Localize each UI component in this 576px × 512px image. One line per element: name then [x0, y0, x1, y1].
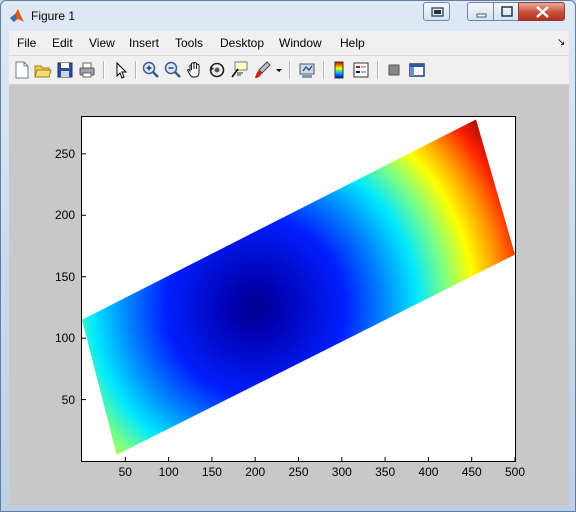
- edit-plot-arrow-icon: [116, 61, 128, 79]
- plot-axes[interactable]: [81, 116, 516, 462]
- menu-window[interactable]: Window: [279, 36, 322, 50]
- insert-colorbar-icon: [334, 61, 344, 79]
- x-tick-label: 150: [201, 465, 222, 479]
- print-icon: [79, 62, 95, 78]
- menu-bar: File Edit View Insert Tools Desktop Wind…: [9, 31, 569, 56]
- maximize-icon: [501, 6, 513, 17]
- y-tick-label: 150: [54, 269, 75, 284]
- toolbar-separator: [289, 61, 291, 79]
- hide-plot-tools-button[interactable]: [384, 60, 404, 80]
- figure-toolbar: [9, 56, 569, 85]
- pan-hand-icon: [186, 62, 200, 78]
- x-tick-label: 200: [245, 465, 266, 479]
- title-bar[interactable]: Figure 1: [1, 1, 575, 31]
- dock-icon: [431, 7, 444, 17]
- close-button[interactable]: [518, 2, 565, 21]
- link-plot-button[interactable]: [297, 60, 317, 80]
- menu-view[interactable]: View: [89, 36, 115, 50]
- x-tick-label: 350: [375, 465, 396, 479]
- new-figure-icon: [15, 61, 29, 79]
- heatmap-region: [82, 119, 515, 455]
- dock-menu-arrow-icon[interactable]: ↘: [557, 37, 565, 48]
- matlab-icon: [10, 9, 24, 22]
- show-plot-tools-icon: [409, 63, 425, 77]
- window-title: Figure 1: [31, 9, 76, 23]
- data-cursor-button[interactable]: [229, 60, 249, 80]
- data-cursor-icon: [231, 61, 248, 78]
- insert-legend-icon: [353, 62, 369, 78]
- heatmap-plot: [82, 119, 516, 461]
- menu-tools[interactable]: Tools: [175, 36, 203, 50]
- dock-button[interactable]: [423, 2, 450, 21]
- x-tick-label: 500: [505, 465, 526, 479]
- menu-desktop[interactable]: Desktop: [220, 36, 264, 50]
- brush-dropdown-icon: [276, 69, 282, 72]
- toolbar-separator: [377, 61, 379, 79]
- y-tick-label: 250: [54, 146, 75, 161]
- brush-dropdown-button[interactable]: [273, 60, 285, 80]
- toolbar-separator: [323, 61, 325, 79]
- brush-button[interactable]: [253, 60, 273, 80]
- close-icon: [536, 6, 549, 18]
- insert-legend-button[interactable]: [351, 60, 371, 80]
- edit-plot-button[interactable]: [110, 60, 130, 80]
- rotate-3d-button[interactable]: [207, 60, 227, 80]
- x-tick-label: 300: [331, 465, 352, 479]
- menu-help[interactable]: Help: [340, 36, 365, 50]
- maximize-button[interactable]: [493, 2, 519, 21]
- insert-colorbar-button[interactable]: [329, 60, 349, 80]
- print-button[interactable]: [77, 60, 97, 80]
- menu-file[interactable]: File: [17, 36, 36, 50]
- y-tick-label: 100: [54, 331, 75, 346]
- zoom-in-button[interactable]: [141, 60, 161, 80]
- pan-button[interactable]: [185, 60, 205, 80]
- rotate-3d-icon: [209, 62, 225, 78]
- x-tick-label: 450: [461, 465, 482, 479]
- x-tick-label: 250: [288, 465, 309, 479]
- figure-canvas: 50 100 150 200 250 300 350 400 450 500 50 100 150 200…: [9, 85, 569, 506]
- save-icon: [57, 62, 73, 78]
- zoom-out-icon: [164, 61, 181, 78]
- link-plot-icon: [299, 63, 315, 78]
- y-tick-label: 50: [61, 392, 75, 407]
- menu-edit[interactable]: Edit: [52, 36, 73, 50]
- open-file-icon: [34, 65, 52, 78]
- x-tick-label: 100: [158, 465, 179, 479]
- save-button[interactable]: [55, 60, 75, 80]
- menu-insert[interactable]: Insert: [129, 36, 159, 50]
- zoom-out-button[interactable]: [163, 60, 183, 80]
- x-tick-label: 50: [118, 465, 132, 479]
- figure-window: Figure 1 File Edit View Insert Tools Des…: [0, 0, 576, 512]
- show-plot-tools-button[interactable]: [407, 60, 427, 80]
- new-figure-button[interactable]: [12, 60, 32, 80]
- brush-icon: [255, 61, 271, 78]
- minimize-icon: [476, 13, 487, 18]
- toolbar-separator: [135, 61, 137, 79]
- toolbar-separator: [103, 61, 105, 79]
- open-file-button[interactable]: [33, 60, 53, 80]
- x-tick-label: 400: [418, 465, 439, 479]
- minimize-button[interactable]: [467, 2, 494, 21]
- hide-plot-tools-icon: [388, 64, 400, 76]
- y-tick-label: 200: [54, 208, 75, 223]
- zoom-in-icon: [142, 61, 159, 78]
